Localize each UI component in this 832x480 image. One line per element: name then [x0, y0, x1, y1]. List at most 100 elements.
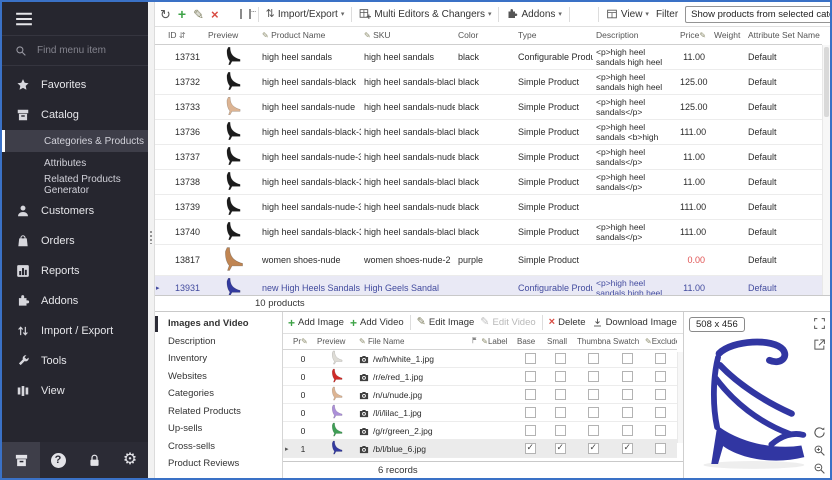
- checkbox-thumbnail[interactable]: [588, 389, 599, 400]
- checkbox-exclude[interactable]: [655, 389, 666, 400]
- image-row[interactable]: 0/r/e/red_1.jpg: [283, 368, 677, 386]
- select-checkbox-icon[interactable]: [240, 9, 242, 19]
- checkbox-base[interactable]: [525, 407, 536, 418]
- checkbox-small[interactable]: [555, 443, 566, 454]
- checkbox-exclude[interactable]: [655, 371, 666, 382]
- column-header-position[interactable]: Pr✎: [291, 334, 315, 350]
- checkbox-swatch[interactable]: [622, 389, 633, 400]
- product-row[interactable]: 13739high heel sandals-nude-37high heel …: [155, 195, 822, 220]
- product-row[interactable]: ▸13931new High Heels SandalsHigh Geels S…: [155, 276, 822, 296]
- column-header-preview[interactable]: Preview: [315, 334, 357, 350]
- store-button[interactable]: [2, 442, 40, 478]
- checkbox-base[interactable]: [525, 371, 536, 382]
- checkbox-swatch[interactable]: [622, 407, 633, 418]
- add-video-button[interactable]: +Add Video: [350, 317, 404, 329]
- product-row[interactable]: 13817women shoes-nudewomen shoes-nude-2p…: [155, 245, 822, 276]
- column-header-sku[interactable]: ✎ SKU: [361, 27, 455, 45]
- sidebar-item-view[interactable]: View: [2, 376, 148, 406]
- checkbox-base[interactable]: [525, 353, 536, 364]
- settings-button[interactable]: ⚙: [112, 442, 148, 478]
- checkbox-small[interactable]: [555, 425, 566, 436]
- products-scrollbar[interactable]: [822, 45, 830, 295]
- image-row[interactable]: ▸1/b/l/blue_6.jpg: [283, 440, 677, 458]
- checkbox-small[interactable]: [555, 389, 566, 400]
- sidebar-item-attributes[interactable]: Attributes: [2, 152, 148, 174]
- edit-video-button[interactable]: ✎Edit Video: [480, 317, 535, 328]
- sidebar-item-addons[interactable]: Addons: [2, 286, 148, 316]
- checkbox-exclude[interactable]: [655, 407, 666, 418]
- addons-button[interactable]: Addons▾: [506, 8, 561, 20]
- column-header-preview[interactable]: Preview: [205, 27, 259, 45]
- column-header-description[interactable]: Description: [593, 27, 677, 45]
- zoom-out-button[interactable]: [813, 462, 826, 475]
- product-row[interactable]: 13731high heel sandalshigh heel sandalsb…: [155, 45, 822, 70]
- open-external-button[interactable]: [813, 338, 826, 351]
- product-row[interactable]: 13733high heel sandals-nudehigh heel san…: [155, 95, 822, 120]
- help-button[interactable]: ?: [40, 442, 76, 478]
- column-header-weight[interactable]: Weight: [711, 27, 745, 45]
- sidebar-item-categories-products[interactable]: Categories & Products: [2, 130, 148, 152]
- delete-image-button[interactable]: ×Delete: [549, 317, 586, 328]
- sidebar-item-favorites[interactable]: Favorites: [2, 70, 148, 100]
- image-row[interactable]: 0/n/u/nude.jpg: [283, 386, 677, 404]
- select-options-icon[interactable]: [249, 9, 251, 19]
- sidebar-item-import-export[interactable]: Import / Export: [2, 316, 148, 346]
- column-header-base[interactable]: Base: [515, 334, 545, 350]
- image-row[interactable]: 0/l/i/lilac_1.jpg: [283, 404, 677, 422]
- checkbox-swatch[interactable]: [622, 353, 633, 364]
- tab-cross-sells[interactable]: Cross-sells: [155, 438, 282, 456]
- filter-select[interactable]: Show products from selected categories ▾: [685, 6, 832, 23]
- lock-button[interactable]: [76, 442, 112, 478]
- checkbox-swatch[interactable]: [622, 443, 633, 454]
- multi-editors-button[interactable]: Multi Editors & Changers▾: [359, 8, 491, 20]
- column-header-color[interactable]: Color: [455, 27, 515, 45]
- column-header-file-name[interactable]: ✎ File Name: [357, 334, 469, 350]
- checkbox-small[interactable]: [555, 353, 566, 364]
- sidebar-item-related-products-generator[interactable]: Related Products Generator: [2, 174, 148, 196]
- download-image-button[interactable]: Download Image: [592, 317, 677, 328]
- sidebar-item-tools[interactable]: Tools: [2, 346, 148, 376]
- view-button[interactable]: View▾: [606, 8, 649, 20]
- tab-description[interactable]: Description: [155, 333, 282, 351]
- column-header-swatch[interactable]: Swatch: [611, 334, 643, 350]
- checkbox-swatch[interactable]: [622, 371, 633, 382]
- checkbox-exclude[interactable]: [655, 353, 666, 364]
- checkbox-thumbnail[interactable]: [588, 443, 599, 454]
- column-header-id[interactable]: ID ⇵: [165, 27, 205, 45]
- tab-inventory[interactable]: Inventory: [155, 350, 282, 368]
- tab-websites[interactable]: Websites: [155, 368, 282, 386]
- checkbox-swatch[interactable]: [622, 425, 633, 436]
- checkbox-small[interactable]: [555, 407, 566, 418]
- product-row[interactable]: 13737high heel sandals-nude-36high heel …: [155, 145, 822, 170]
- checkbox-small[interactable]: [555, 371, 566, 382]
- refresh-button[interactable]: ↻: [160, 8, 171, 21]
- tab-related-products[interactable]: Related Products: [155, 403, 282, 421]
- sidebar-item-catalog[interactable]: Catalog: [2, 100, 148, 130]
- add-image-button[interactable]: +Add Image: [288, 317, 344, 329]
- checkbox-base[interactable]: [525, 389, 536, 400]
- zoom-in-button[interactable]: [813, 444, 826, 457]
- menu-search-input[interactable]: [35, 44, 135, 57]
- checkbox-exclude[interactable]: [655, 425, 666, 436]
- rotate-button[interactable]: [813, 426, 826, 439]
- edit-product-button[interactable]: ✎: [193, 8, 204, 21]
- sidebar-item-reports[interactable]: Reports: [2, 256, 148, 286]
- checkbox-thumbnail[interactable]: [588, 425, 599, 436]
- checkbox-thumbnail[interactable]: [588, 407, 599, 418]
- image-row[interactable]: 0/g/r/green_2.jpg: [283, 422, 677, 440]
- column-header-price[interactable]: Price✎: [677, 27, 711, 45]
- import-export-button[interactable]: ⇅ Import/Export▾: [266, 9, 345, 20]
- tab-product-reviews[interactable]: Product Reviews: [155, 455, 282, 473]
- column-header-exclude[interactable]: ✎Exclude: [643, 334, 677, 350]
- sidebar-item-customers[interactable]: Customers: [2, 196, 148, 226]
- marker-column-header[interactable]: [155, 27, 165, 45]
- column-header-type[interactable]: Type: [515, 27, 593, 45]
- checkbox-base[interactable]: [525, 443, 536, 454]
- image-row[interactable]: 0/w/h/white_1.jpg: [283, 350, 677, 368]
- column-header-name[interactable]: ✎ Product Name: [259, 27, 361, 45]
- checkbox-exclude[interactable]: [655, 443, 666, 454]
- edit-image-button[interactable]: ✎Edit Image: [417, 317, 475, 328]
- menu-toggle-button[interactable]: [2, 2, 148, 36]
- checkbox-base[interactable]: [525, 425, 536, 436]
- scrollbar-thumb[interactable]: [824, 47, 829, 117]
